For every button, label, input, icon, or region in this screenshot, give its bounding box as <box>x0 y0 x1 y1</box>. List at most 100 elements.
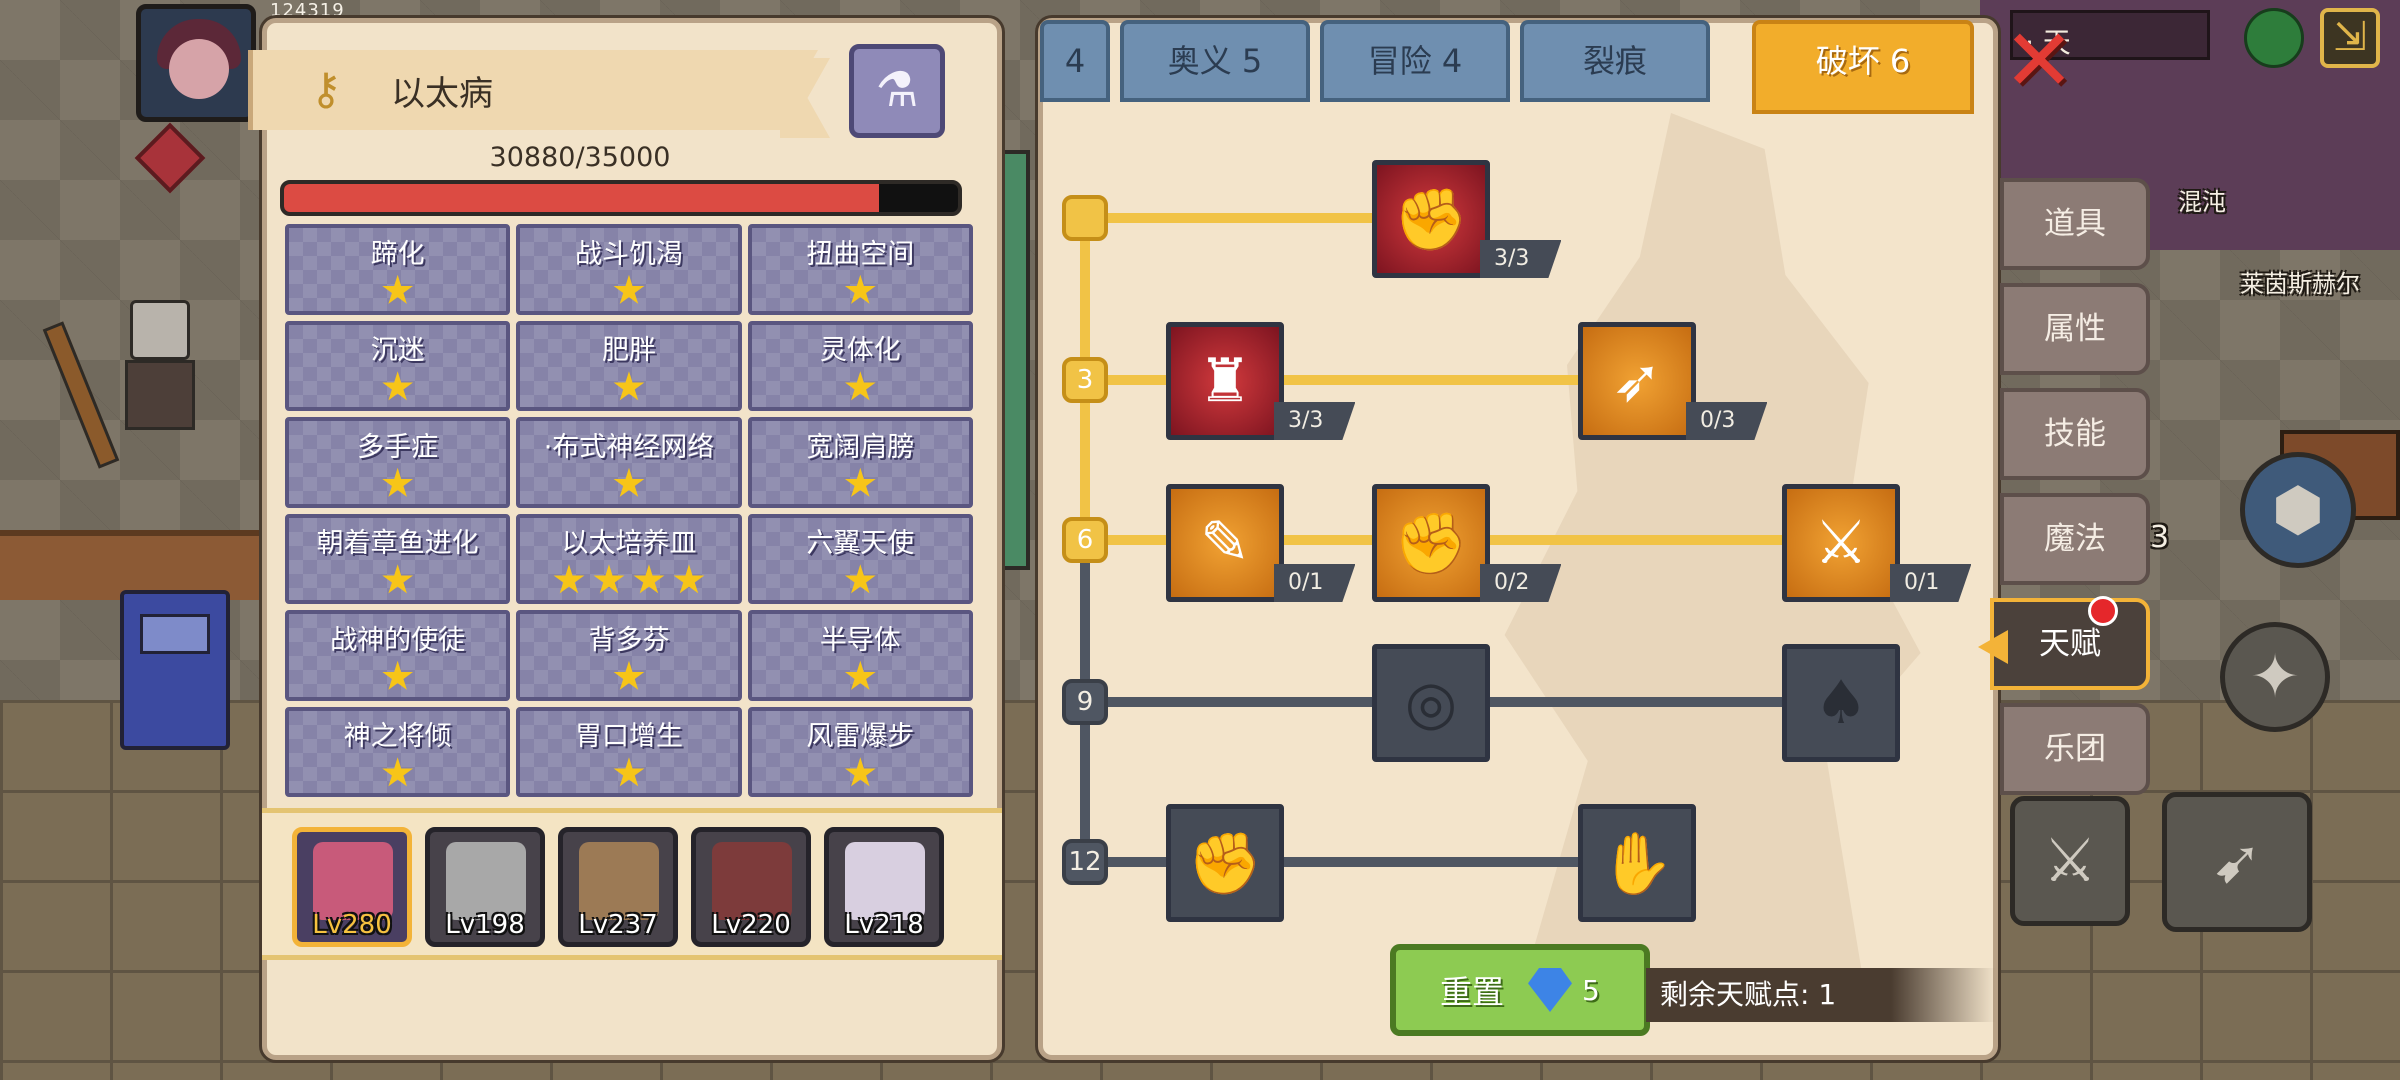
talent-tab[interactable]: 4 <box>1040 20 1110 102</box>
talent-skill[interactable]: ✊ <box>1372 160 1490 278</box>
key-wind-icon: ⚷ <box>309 64 343 115</box>
talent-skill[interactable]: ✊ <box>1372 484 1490 602</box>
trait-cell[interactable]: 宽阔肩膀 <box>747 417 973 508</box>
roster-hero-slot[interactable]: Lv280 <box>292 827 412 947</box>
sword-weapon-icon[interactable]: ⚔ <box>2010 796 2130 926</box>
shuriken-skill-icon[interactable]: ✦ <box>2220 622 2330 732</box>
trait-cell[interactable]: 多手症 <box>285 417 511 508</box>
remaining-value: 1 <box>1818 978 1837 1011</box>
star-icon <box>593 564 625 594</box>
hp-bar <box>280 180 962 216</box>
trait-name: 蹄化 <box>370 238 425 270</box>
star-icon <box>844 757 876 787</box>
reset-cost: 5 <box>1582 973 1600 1007</box>
close-icon[interactable]: ✕ <box>2002 18 2076 104</box>
star-icon <box>844 371 876 401</box>
star-icon <box>844 467 876 497</box>
menu-item[interactable]: 属性 <box>2000 283 2150 375</box>
talent-tab[interactable]: 破坏 6 <box>1752 20 1974 114</box>
old-wizard-npc[interactable] <box>100 290 210 440</box>
roster-hero-slot[interactable]: Lv198 <box>425 827 545 947</box>
trait-stars <box>382 757 414 789</box>
world-label-chaos: 混沌 <box>2178 188 2226 216</box>
roster-hero-slot[interactable]: Lv237 <box>558 827 678 947</box>
remaining-talent-points: 剩余天赋点: 1 <box>1646 968 1996 1022</box>
bow-weapon-icon[interactable]: ➹ <box>2162 792 2312 932</box>
raised-fist-icon: ✊ <box>1187 828 1263 899</box>
trait-stars <box>613 660 645 693</box>
trait-cell[interactable]: 沉迷 <box>285 320 511 411</box>
talent-skill[interactable]: ⚔ <box>1782 484 1900 602</box>
trait-stars <box>844 660 876 693</box>
trait-cell[interactable]: 灵体化 <box>747 320 973 411</box>
trait-cell[interactable]: ·布式神经网络 <box>516 417 742 508</box>
star-icon <box>382 660 414 690</box>
notification-dot-icon <box>2088 596 2118 626</box>
menu-item[interactable]: 道具 <box>2000 178 2150 270</box>
menu-item[interactable]: 乐团 <box>2000 703 2150 795</box>
trait-name: 六翼天使 <box>806 528 915 560</box>
hero-portrait <box>579 842 659 920</box>
skill-rank-count: 0/1 <box>1274 564 1356 602</box>
hero-level: Lv220 <box>711 910 791 940</box>
talent-skill[interactable]: ✎ <box>1166 484 1284 602</box>
trait-name: 战斗饥渴 <box>574 238 683 270</box>
trait-cell[interactable]: 蹄化 <box>285 224 511 315</box>
hero-name: 以太病 <box>391 73 493 114</box>
trait-stars <box>613 371 645 403</box>
talent-skill[interactable]: ♠ <box>1782 644 1900 762</box>
talent-tab[interactable]: 裂痕 <box>1520 20 1710 102</box>
reset-button[interactable]: 重置 5 <box>1390 944 1650 1036</box>
gem-icon <box>1528 968 1573 1012</box>
trait-cell[interactable]: 战斗饥渴 <box>516 224 742 315</box>
star-icon <box>613 371 645 401</box>
trait-name: 战神的使徒 <box>330 624 466 656</box>
vortex-icon: ◎ <box>1404 668 1458 738</box>
trait-name: 神之将倾 <box>343 721 452 753</box>
trait-cell[interactable]: 以太培养皿 <box>516 513 742 604</box>
menu-item[interactable]: 技能 <box>2000 388 2150 480</box>
trait-cell[interactable]: 朝着章鱼进化 <box>285 513 511 604</box>
tier-node: 3 <box>1062 357 1108 403</box>
trait-name: 肥胖 <box>601 335 656 367</box>
trait-name: 以太培养皿 <box>561 528 697 560</box>
exit-icon[interactable]: ⇲ <box>2320 8 2380 68</box>
talent-skill[interactable]: ✋ <box>1578 804 1696 922</box>
trait-cell[interactable]: 扭曲空间 <box>747 224 973 315</box>
talent-tab[interactable]: 奥义 5 <box>1120 20 1310 102</box>
trait-stars <box>382 660 414 693</box>
trait-grid: 蹄化 战斗饥渴 扭曲空间沉迷 肥胖 灵体化多手症 ·布式神经网络 宽阔肩膀朝着章鱼进化 以太培… <box>285 224 973 797</box>
trait-cell[interactable]: 神之将倾 <box>285 706 511 797</box>
trait-cell[interactable]: 背多芬 <box>516 610 742 701</box>
trait-cell[interactable]: 风雷爆步 <box>747 706 973 797</box>
tier-node: 9 <box>1062 679 1108 725</box>
trait-name: 风雷爆步 <box>806 721 915 753</box>
trait-name: ·布式神经网络 <box>543 431 715 463</box>
player-avatar[interactable] <box>136 4 256 122</box>
trait-cell[interactable]: 六翼天使 <box>747 513 973 604</box>
skill-rank-count: 0/3 <box>1686 402 1768 440</box>
trait-cell[interactable]: 胃口增生 <box>516 706 742 797</box>
reset-label: 重置 <box>1440 973 1505 1011</box>
atm-machine[interactable] <box>120 590 230 750</box>
trait-cell[interactable]: 半导体 <box>747 610 973 701</box>
talent-tab[interactable]: 冒险 4 <box>1320 20 1510 102</box>
skill-rank-count: 0/1 <box>1890 564 1972 602</box>
trait-cell[interactable]: 战神的使徒 <box>285 610 511 701</box>
hero-roster: Lv218 Lv220 Lv237 Lv198 Lv280 <box>262 808 1260 960</box>
dash-skill-icon[interactable]: ⬢ <box>2240 452 2356 568</box>
menu-item[interactable]: 魔法 <box>2000 493 2150 585</box>
hero-level: Lv237 <box>578 910 658 940</box>
roster-hero-slot[interactable]: Lv218 <box>824 827 944 947</box>
talent-skill[interactable]: ♜ <box>1166 322 1284 440</box>
roster-hero-slot[interactable]: Lv220 <box>691 827 811 947</box>
trait-cell[interactable]: 肥胖 <box>516 320 742 411</box>
trait-name: 沉迷 <box>370 335 425 367</box>
menu-item[interactable]: 天赋 <box>1990 598 2150 690</box>
syringe-swap-button[interactable]: ⚗ <box>849 44 945 138</box>
trait-stars <box>844 467 876 500</box>
talent-skill[interactable]: ➶ <box>1578 322 1696 440</box>
talent-skill[interactable]: ◎ <box>1372 644 1490 762</box>
globe-icon[interactable] <box>2244 8 2304 68</box>
talent-skill[interactable]: ✊ <box>1166 804 1284 922</box>
